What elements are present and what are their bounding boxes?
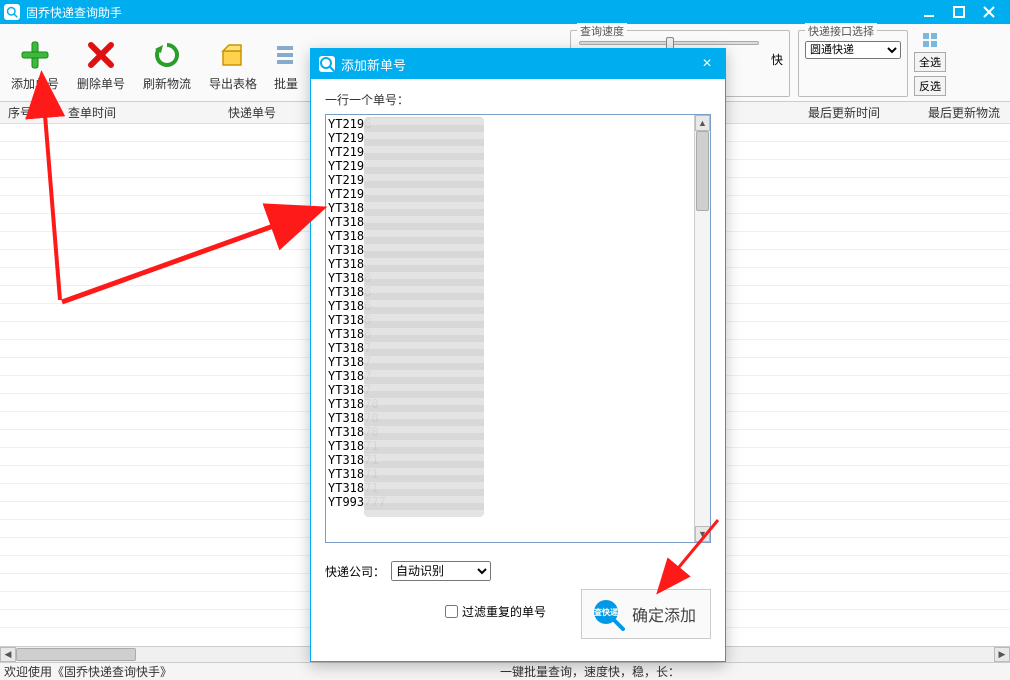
close-button[interactable]	[980, 3, 998, 21]
maximize-button[interactable]	[950, 3, 968, 21]
vscroll-thumb[interactable]	[696, 131, 709, 211]
batch-icon	[270, 39, 302, 71]
invert-select-button[interactable]: 反选	[914, 76, 946, 96]
minimize-button[interactable]	[920, 3, 938, 21]
delete-icon	[85, 39, 117, 71]
delete-tracking-button[interactable]: 删除单号	[68, 28, 134, 99]
dialog-icon	[319, 56, 335, 72]
window-titlebar: 固乔快递查询助手	[0, 0, 1010, 24]
plus-icon	[19, 39, 51, 71]
company-select[interactable]: 自动识别	[391, 561, 491, 581]
dialog-titlebar: 添加新单号 ×	[311, 49, 725, 79]
col-time: 查单时间	[60, 104, 220, 121]
add-tracking-dialog: 添加新单号 × 一行一个单号： ▲ ▼ 快递公司： 自动识别 过滤重复的单号	[310, 48, 726, 662]
speed-legend: 查询速度	[577, 23, 627, 39]
add-tracking-button[interactable]: 添加单号	[2, 28, 68, 99]
tracking-textarea-wrap: ▲ ▼	[325, 114, 711, 543]
scroll-down-icon[interactable]: ▼	[695, 526, 710, 542]
scroll-right-icon[interactable]: ▶	[994, 647, 1010, 662]
refresh-icon	[151, 39, 183, 71]
app-icon	[4, 4, 20, 20]
grid-icon	[922, 32, 938, 48]
dialog-close-button[interactable]: ×	[697, 55, 717, 73]
company-label: 快递公司：	[325, 563, 385, 580]
confirm-add-label: 确定添加	[632, 602, 696, 626]
svg-text:查快递: 查快递	[594, 607, 618, 617]
api-legend: 快递接口选择	[805, 23, 877, 39]
confirm-add-button[interactable]: 查快递 确定添加	[581, 589, 711, 639]
tracking-textarea[interactable]	[326, 115, 710, 542]
select-all-button[interactable]: 全选	[914, 52, 946, 72]
status-bar: 欢迎使用《固乔快递查询快手》 一键批量查询，速度快，稳，长：	[0, 662, 1010, 680]
api-group: 快递接口选择 圆通快递	[798, 30, 908, 97]
export-icon	[217, 39, 249, 71]
delete-tracking-label: 删除单号	[77, 75, 125, 92]
hscroll-thumb[interactable]	[16, 648, 136, 661]
status-left: 欢迎使用《固乔快递查询快手》	[4, 663, 172, 680]
col-seq: 序号	[0, 104, 60, 121]
col-last-update: 最后更新时间	[800, 104, 920, 121]
scroll-left-icon[interactable]: ◀	[0, 647, 16, 662]
lookup-icon: 查快递	[590, 596, 626, 632]
export-button[interactable]: 导出表格	[200, 28, 266, 99]
add-tracking-label: 添加单号	[11, 75, 59, 92]
col-last-status: 最后更新物流	[920, 104, 1010, 121]
refresh-button[interactable]: 刷新物流	[134, 28, 200, 99]
dialog-title: 添加新单号	[341, 55, 697, 74]
dialog-hint: 一行一个单号：	[325, 91, 711, 108]
refresh-label: 刷新物流	[143, 75, 191, 92]
export-label: 导出表格	[209, 75, 257, 92]
carrier-select[interactable]: 圆通快递	[805, 41, 901, 59]
status-mid: 一键批量查询，速度快，稳，长：	[500, 663, 680, 680]
batch-button[interactable]: 批量	[266, 28, 306, 99]
textarea-scrollbar[interactable]: ▲ ▼	[694, 115, 710, 542]
speed-slider[interactable]	[579, 41, 759, 45]
scroll-up-icon[interactable]: ▲	[695, 115, 710, 131]
window-title: 固乔快递查询助手	[26, 4, 920, 21]
filter-duplicates-checkbox[interactable]: 过滤重复的单号	[445, 603, 546, 620]
speed-suffix: 快	[771, 51, 783, 68]
batch-label: 批量	[274, 75, 298, 92]
